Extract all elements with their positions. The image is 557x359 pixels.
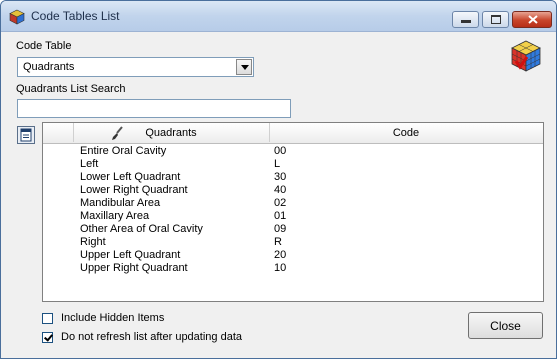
code-table-select[interactable]: Quadrants [17,57,254,77]
table-row[interactable]: Left L [43,158,543,171]
quadrant-cell: Mandibular Area [80,197,161,209]
table-row[interactable]: Upper Right Quadrant 10 [43,262,543,275]
code-tables-window: Code Tables List Code Table Quadrants Qu… [0,0,557,359]
quadrant-cell: Left [80,158,99,170]
no-refresh-label: Do not refresh list after updating data [61,331,242,343]
column-header-quadrants[interactable]: Quadrants [73,123,270,142]
code-cell: 00 [274,145,287,157]
quadrant-cell: Upper Left Quadrant [80,249,181,261]
minimize-button[interactable] [452,11,479,28]
table-row[interactable]: Mandibular Area 02 [43,197,543,210]
code-cell: L [274,158,281,170]
table-row[interactable]: Entire Oral Cavity 00 [43,145,543,158]
code-cell: 40 [274,184,287,196]
maximize-icon [491,15,501,24]
column-header-label: Code [392,127,420,139]
code-cell: 09 [274,223,287,235]
grid-rows: Entire Oral Cavity 00 Left L Lower Left Qu… [43,145,543,275]
column-header-label: Quadrants [145,127,197,139]
table-row[interactable]: Maxillary Area 01 [43,210,543,223]
include-hidden-label: Include Hidden Items [61,312,165,324]
quadrant-cell: Right [80,236,106,248]
cube-app-icon [9,9,25,25]
search-input[interactable] [17,99,291,118]
column-header-code[interactable]: Code [269,123,543,142]
rubiks-cube-icon [511,40,541,72]
code-cell: R [274,236,282,248]
code-cell: 10 [274,262,287,274]
code-table-selected-value: Quadrants [23,61,75,73]
no-refresh-checkbox[interactable] [42,332,53,343]
table-row[interactable]: Lower Left Quadrant 30 [43,171,543,184]
table-row[interactable]: Upper Left Quadrant 20 [43,249,543,262]
close-icon [528,15,538,24]
code-cell: 20 [274,249,287,261]
quadrant-cell: Lower Right Quadrant [80,184,188,196]
column-chooser-button[interactable] [17,126,35,144]
code-cell: 30 [274,171,287,183]
quadrant-cell: Upper Right Quadrant [80,262,188,274]
row-selector-header[interactable] [43,123,74,142]
close-button[interactable]: Close [468,312,543,339]
quadrant-cell: Lower Left Quadrant [80,171,181,183]
code-cell: 01 [274,210,287,222]
window-title: Code Tables List [31,9,120,23]
table-row[interactable]: Lower Right Quadrant 40 [43,184,543,197]
table-row[interactable]: Right R [43,236,543,249]
title-bar[interactable]: Code Tables List [1,1,556,32]
quadrant-cell: Entire Oral Cavity [80,145,167,157]
code-table-grid[interactable]: Quadrants Code Entire Oral Cavity 00 Left… [42,122,544,302]
chevron-down-icon[interactable] [236,59,252,75]
minimize-icon [461,20,471,23]
grid-header: Quadrants Code [43,123,543,144]
include-hidden-checkbox[interactable] [42,313,53,324]
code-cell: 02 [274,197,287,209]
maximize-button[interactable] [482,11,509,28]
column-chooser-icon [20,128,32,142]
quadrant-cell: Other Area of Oral Cavity [80,223,203,235]
search-label: Quadrants List Search [16,83,126,95]
code-table-label: Code Table [16,40,72,52]
quadrant-cell: Maxillary Area [80,210,150,222]
table-row[interactable]: Other Area of Oral Cavity 09 [43,223,543,236]
close-window-button[interactable] [512,11,552,28]
